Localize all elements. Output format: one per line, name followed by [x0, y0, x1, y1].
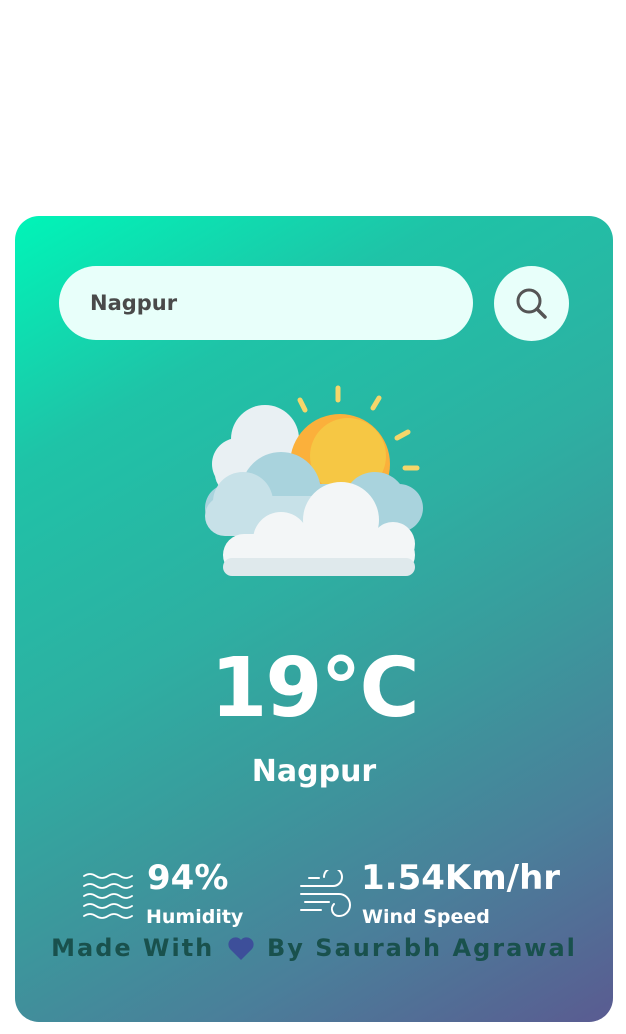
author-credit: Made With By Saurabh Agrawal	[15, 934, 613, 962]
wind-speed-value: 1.54Km/hr	[361, 858, 561, 898]
credit-author: By Saurabh Agrawal	[266, 934, 577, 962]
city-search-input[interactable]	[59, 266, 473, 340]
search-button[interactable]	[494, 266, 569, 341]
credit-prefix: Made With	[51, 934, 215, 962]
sun-behind-clouds-icon	[205, 385, 423, 576]
humidity-label: Humidity	[146, 906, 244, 928]
weather-card: 19°C Nagpur 94% Humidity 1.54Km/hr Wind …	[15, 216, 613, 1022]
humidity-value: 94%	[147, 858, 229, 898]
temperature-display: 19°C	[210, 641, 419, 736]
wind-icon	[300, 870, 351, 918]
humidity-waves-icon	[83, 873, 133, 919]
wind-speed-label: Wind Speed	[362, 906, 490, 928]
search-icon	[516, 288, 547, 319]
heart-icon	[228, 937, 254, 960]
city-name: Nagpur	[251, 754, 377, 789]
